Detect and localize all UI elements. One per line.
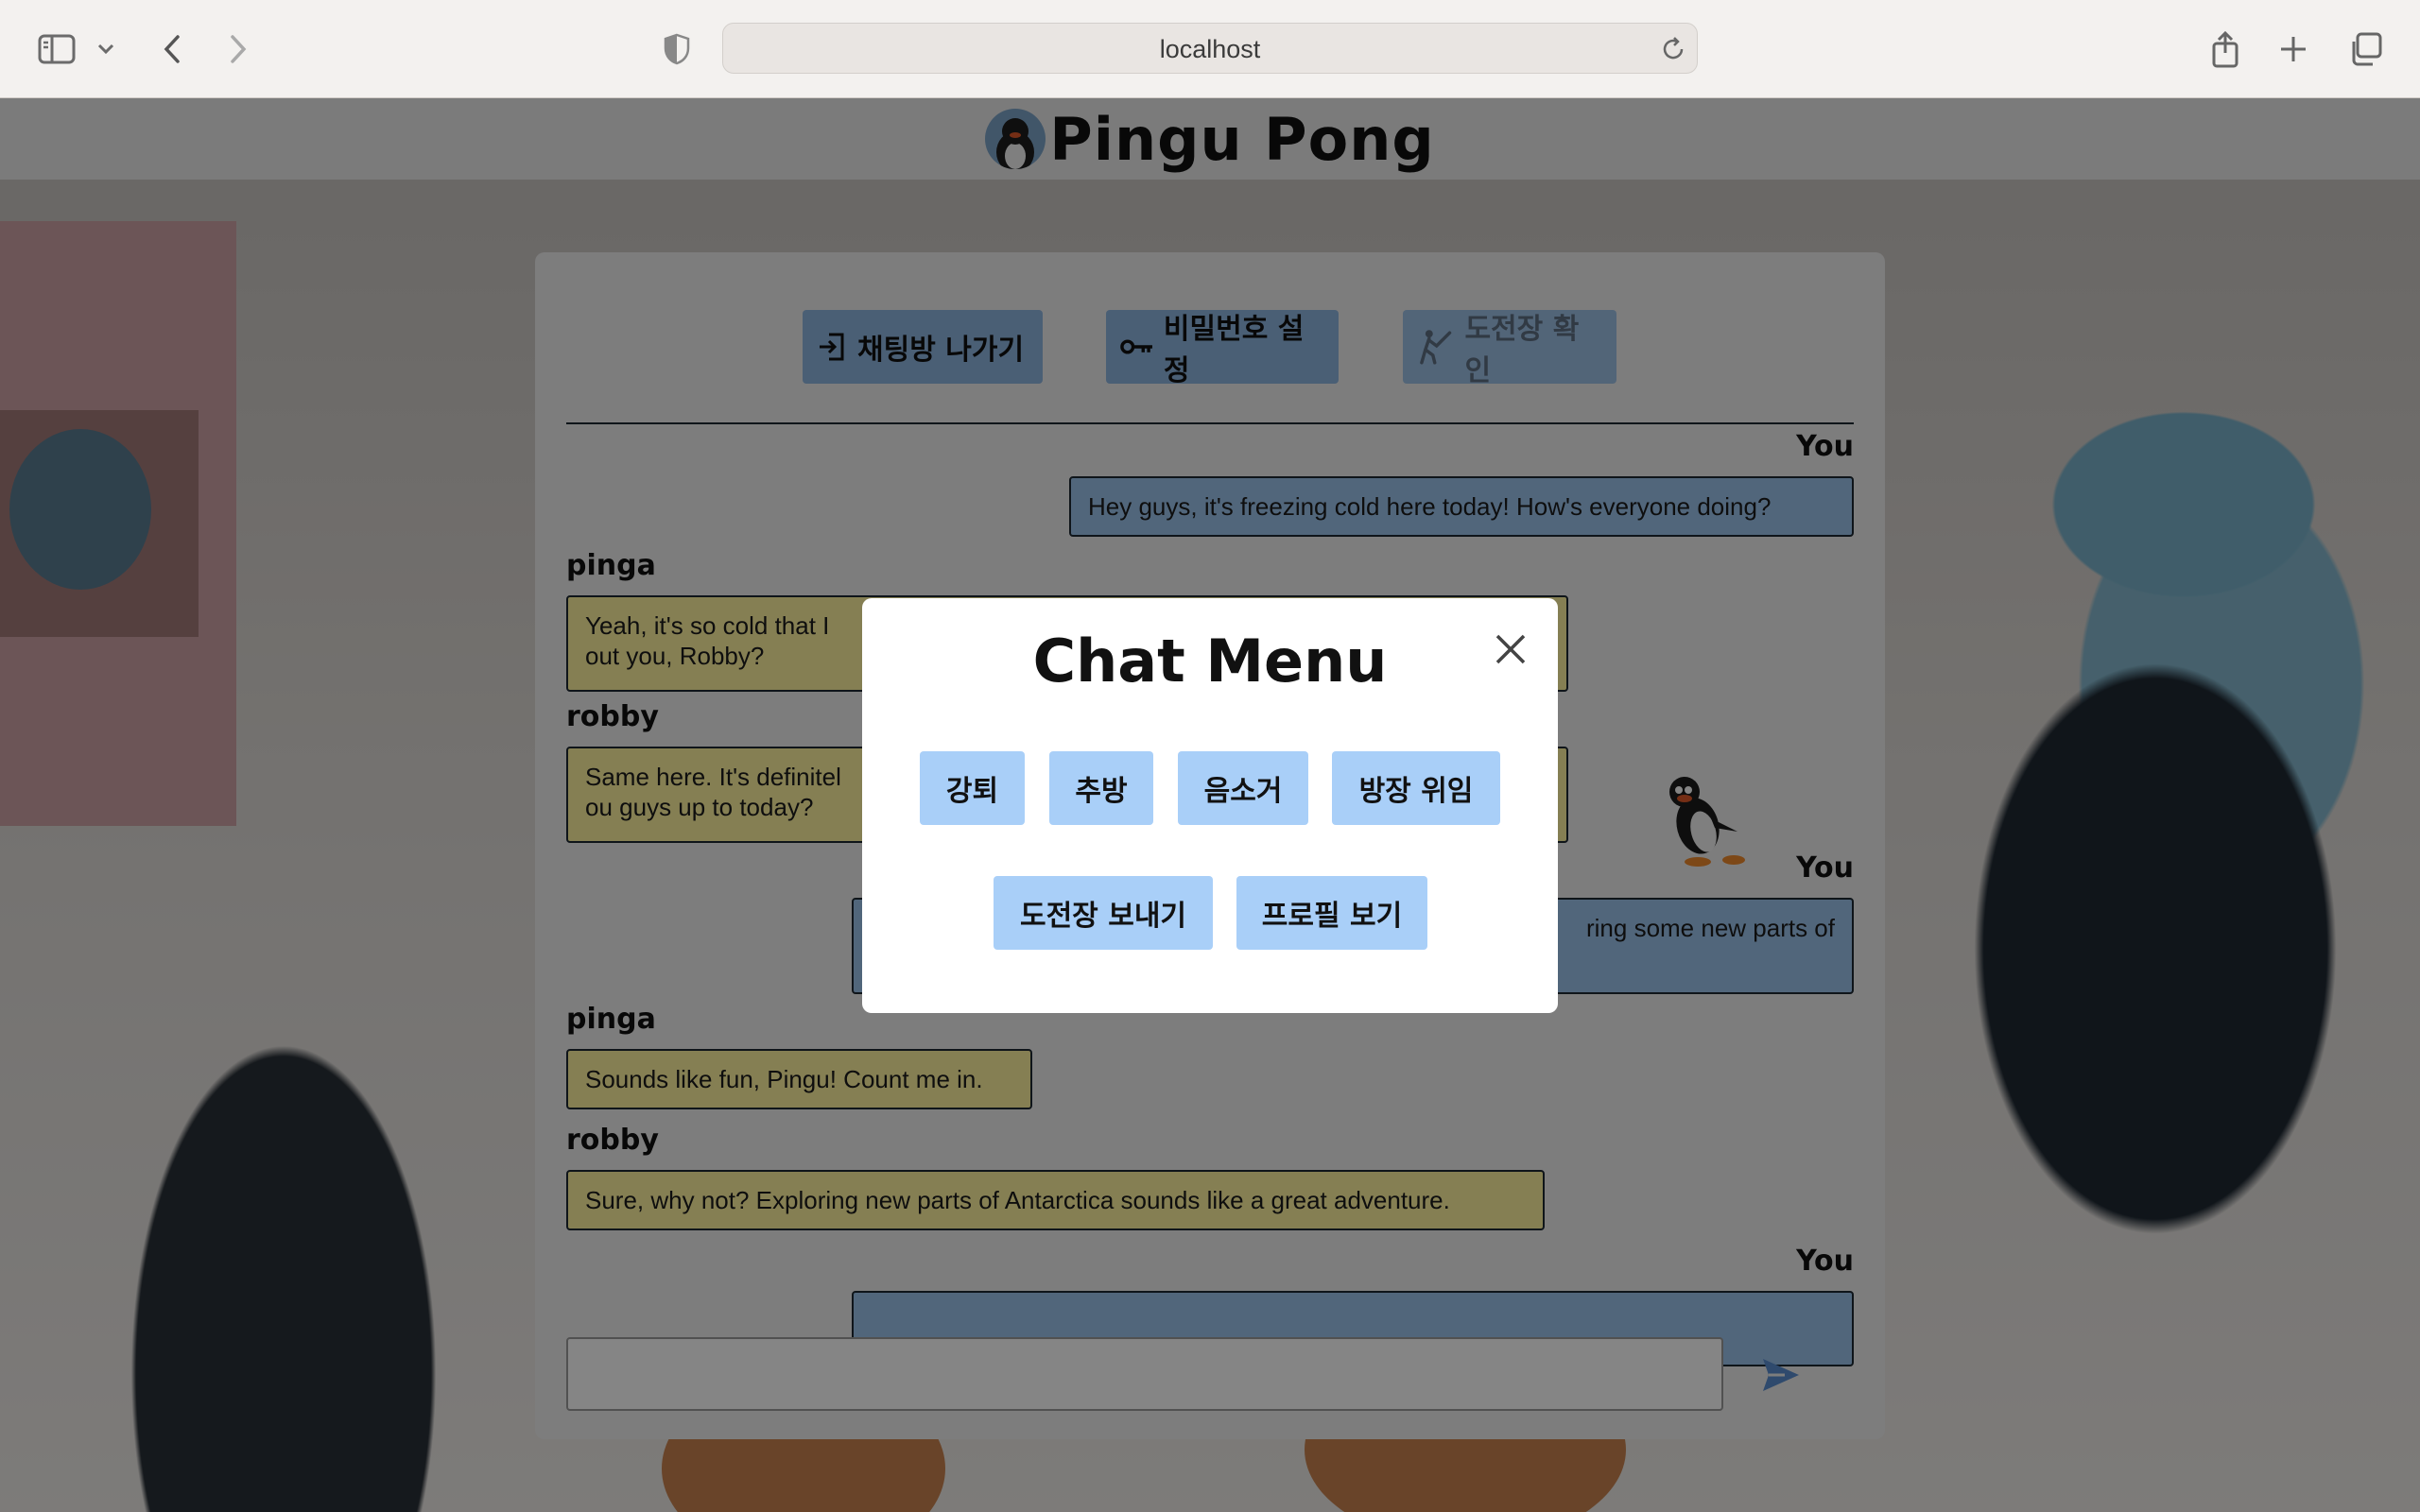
url-text: localhost (1159, 35, 1261, 63)
chevron-down-icon[interactable] (87, 26, 125, 72)
chat-menu-modal: Chat Menu 강퇴 추방 음소거 방장 위임 도전장 보내기 프로필 보기 (862, 598, 1558, 1013)
reload-icon[interactable] (1659, 35, 1687, 63)
web-page: Pingu Pong 채팅방 나가기 비밀번호 설정 도전장 확인 You He… (0, 98, 2420, 1512)
sidebar-toggle-icon[interactable] (34, 26, 79, 72)
new-tab-icon[interactable] (2271, 26, 2316, 72)
shield-icon[interactable] (654, 26, 700, 72)
send-challenge-button[interactable]: 도전장 보내기 (994, 876, 1213, 950)
tab-overview-icon[interactable] (2342, 26, 2388, 72)
back-icon[interactable] (149, 26, 195, 72)
address-bar[interactable]: localhost (722, 23, 1698, 74)
browser-toolbar: localhost (0, 0, 2420, 98)
mute-button[interactable]: 음소거 (1178, 751, 1308, 825)
close-icon[interactable] (1492, 630, 1530, 668)
ban-button[interactable]: 추방 (1049, 751, 1153, 825)
delegate-owner-button[interactable]: 방장 위임 (1332, 751, 1500, 825)
view-profile-button[interactable]: 프로필 보기 (1236, 876, 1427, 950)
share-icon[interactable] (2203, 26, 2248, 72)
modal-title: Chat Menu (1032, 627, 1388, 696)
forward-icon[interactable] (216, 26, 261, 72)
kick-button[interactable]: 강퇴 (920, 751, 1025, 825)
